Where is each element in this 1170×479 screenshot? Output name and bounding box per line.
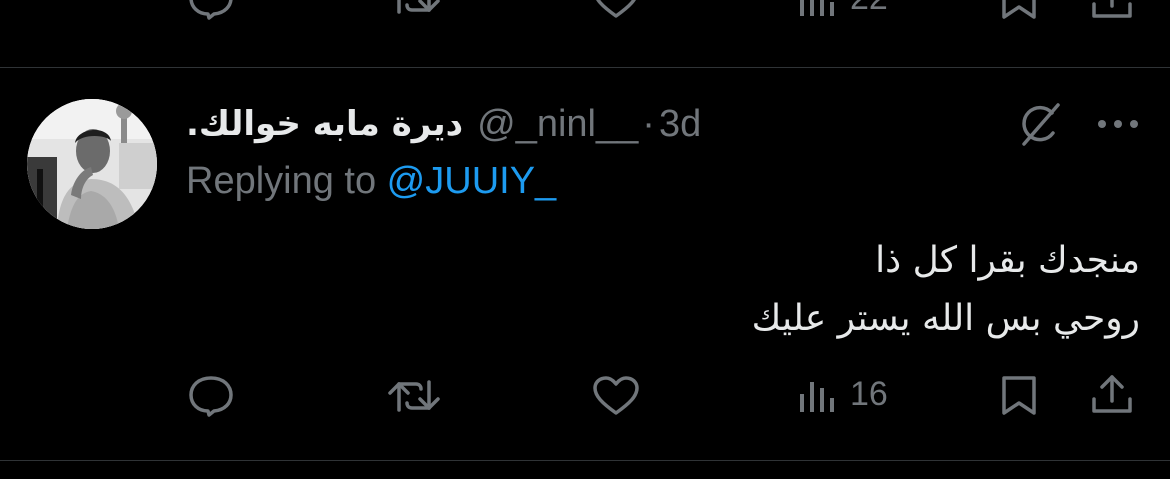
user-handle[interactable]: @_ninl__ bbox=[477, 103, 638, 146]
prev-views-count: 22 bbox=[850, 0, 888, 18]
tweet-text-line: روحي بس الله يستر عليك bbox=[751, 298, 1140, 339]
replying-prefix: Replying to bbox=[186, 160, 387, 202]
timestamp[interactable]: 3d bbox=[659, 103, 701, 146]
heart-icon bbox=[593, 376, 639, 415]
retweet-arrows-icon bbox=[388, 380, 440, 412]
prev-share-button[interactable] bbox=[1090, 0, 1134, 20]
share-upload-icon bbox=[1092, 0, 1132, 18]
previous-tweet-action-bar: 22 bbox=[0, 0, 1170, 22]
share-upload-icon bbox=[1092, 375, 1132, 413]
views-button[interactable]: 16 bbox=[798, 374, 888, 414]
like-button[interactable] bbox=[592, 375, 640, 417]
grok-button[interactable] bbox=[1016, 100, 1064, 153]
avatar[interactable] bbox=[27, 99, 157, 229]
top-divider bbox=[0, 67, 1170, 68]
bookmark-icon bbox=[1002, 376, 1036, 415]
share-button[interactable] bbox=[1090, 373, 1134, 415]
speech-bubble-icon bbox=[189, 0, 233, 20]
bar-chart-icon bbox=[800, 0, 834, 16]
views-count: 16 bbox=[850, 374, 888, 413]
ellipsis-icon bbox=[1098, 120, 1138, 128]
bottom-divider bbox=[0, 460, 1170, 461]
tweet-text-line: منجدك بقرا كل ذا bbox=[875, 240, 1140, 281]
replying-mention-link[interactable]: @JUUIY_ bbox=[387, 160, 557, 202]
prev-retweet-button[interactable] bbox=[386, 0, 442, 18]
prev-reply-button[interactable] bbox=[188, 0, 234, 20]
tweet-text: منجدك بقرا كل ذا روحي بس الله يستر عليك bbox=[440, 232, 1140, 348]
grok-slash-icon bbox=[1022, 103, 1060, 146]
more-options-button[interactable] bbox=[1094, 100, 1142, 153]
avatar-photo bbox=[27, 99, 157, 229]
prev-like-button[interactable] bbox=[592, 0, 640, 20]
separator-dot: · bbox=[642, 102, 655, 145]
retweet-button[interactable] bbox=[386, 376, 442, 416]
display-name[interactable]: ديرة مابه خوالك. bbox=[186, 104, 463, 144]
tweet-header: ديرة مابه خوالك. @_ninl__ · 3d bbox=[186, 98, 701, 150]
speech-bubble-icon bbox=[189, 376, 233, 417]
bar-chart-icon bbox=[800, 382, 834, 412]
reply-button[interactable] bbox=[188, 375, 234, 417]
bookmark-icon bbox=[1002, 0, 1036, 19]
bookmark-button[interactable] bbox=[1000, 374, 1038, 416]
prev-bookmark-button[interactable] bbox=[1000, 0, 1038, 20]
prev-views-button[interactable]: 22 bbox=[798, 0, 888, 18]
replying-to-line: Replying to @JUUIY_ bbox=[186, 160, 556, 203]
retweet-arrows-icon bbox=[397, 0, 440, 14]
heart-icon bbox=[596, 0, 636, 18]
